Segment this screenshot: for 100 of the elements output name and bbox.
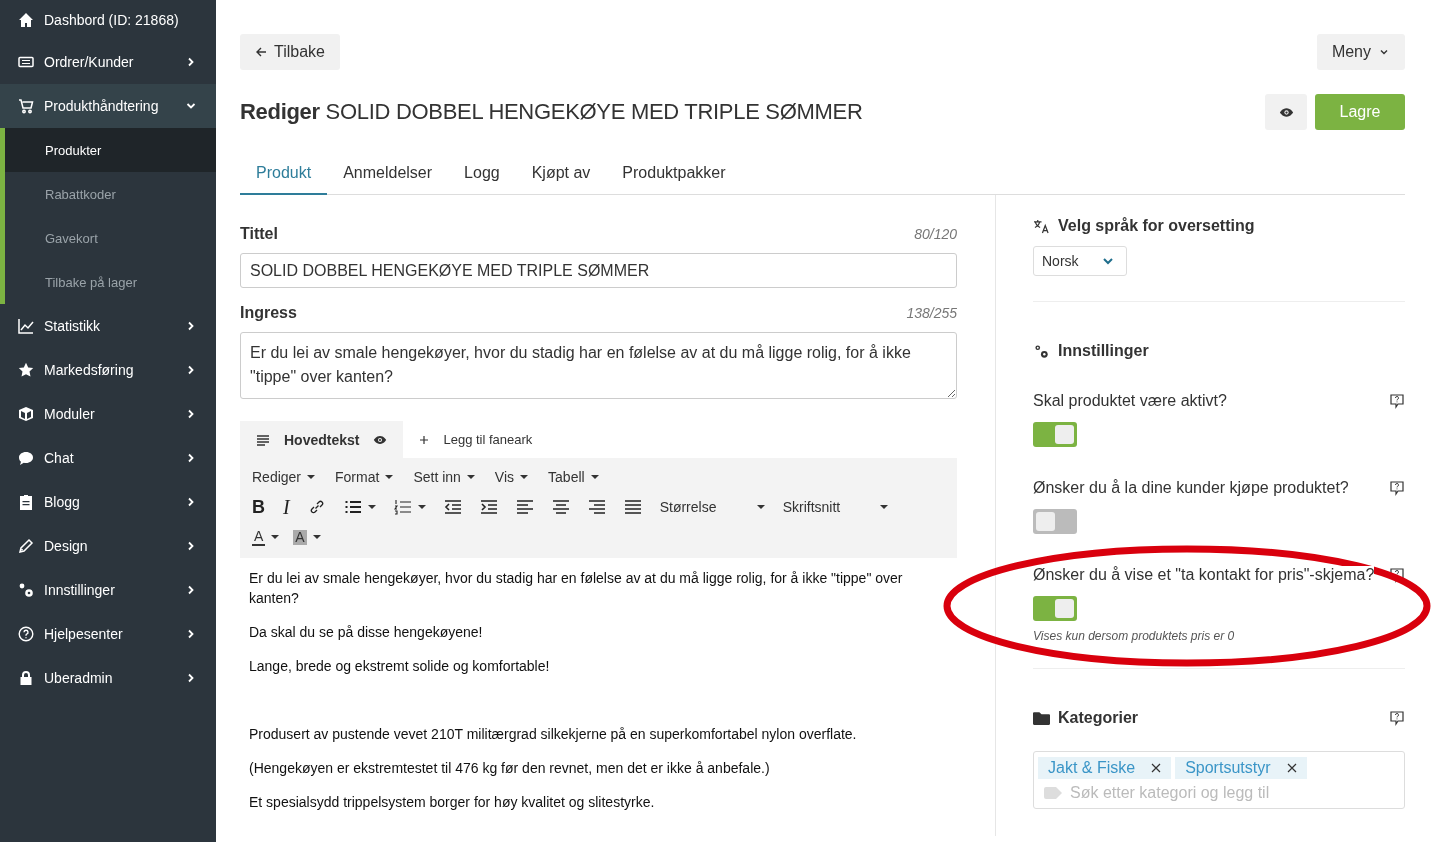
help-icon[interactable]	[1389, 480, 1405, 496]
cart-icon	[18, 98, 34, 114]
editor-paragraph: Produsert av pustende vevet 210T militærgrad silkekjerne på en superkomfortabel nylon overflate.	[249, 725, 858, 744]
sidebar-item[interactable]: Dashbord (ID: 21868)	[0, 0, 216, 40]
chevron-icon	[186, 497, 196, 507]
close-icon[interactable]	[1151, 763, 1162, 773]
sidebar-label: Moduler	[44, 406, 96, 422]
editor-paragraph: Er du lei av smale hengekøyer, hvor du stadig har en følelse av at du må ligge rolig, for å ikke "tippe" over kanten?	[249, 569, 904, 608]
sidebar-item[interactable]: Blogg	[0, 480, 216, 524]
tab[interactable]: Kjøpt av	[515, 156, 607, 194]
editor-select[interactable]: Skriftsnitt	[782, 499, 888, 515]
bold-button[interactable]: B	[252, 496, 265, 518]
editor-menu[interactable]: Rediger	[252, 469, 316, 485]
field-label: Ingress	[240, 304, 297, 322]
gears-icon	[1033, 343, 1050, 359]
field-label: Tittel	[240, 225, 278, 243]
ingress-textarea[interactable]: Er du lei av smale hengekøyer, hvor du stadig har en følelse av at du må ligge rolig, for å ikke "tippe" over kanten?	[240, 332, 957, 399]
italic-button[interactable]: I	[283, 495, 290, 519]
keyboard-icon	[18, 54, 34, 70]
section-heading: Velg språk for oversetting	[1033, 217, 1405, 235]
editor-menu[interactable]: Vis	[494, 469, 529, 485]
sidebar-item[interactable]: Uberadmin	[0, 656, 216, 700]
arrow-left-icon	[255, 46, 267, 58]
tab[interactable]: Logg	[448, 156, 516, 194]
chevron-icon	[186, 101, 196, 111]
editor-menu[interactable]: Sett inn	[413, 469, 475, 485]
sidebar-label: Blogg	[44, 494, 81, 510]
sidebar-subitem[interactable]: Tilbake på lager	[5, 260, 216, 304]
align-center-button[interactable]	[551, 499, 570, 515]
sidebar-label: Statistikk	[44, 318, 101, 334]
sidebar-subitem[interactable]: Rabattkoder	[5, 172, 216, 216]
sidebar-label: Innstillinger	[44, 582, 116, 598]
back-button[interactable]: Tilbake	[240, 34, 340, 70]
tab[interactable]: Produktpakker	[606, 156, 742, 194]
setting-question: Ønsker du å vise et "ta kontakt for pris"-skjema?	[1033, 566, 1375, 584]
sidebar-subitem[interactable]: Gavekort	[5, 216, 216, 260]
editor-paragraph: (Hengekøyen er ekstremtestet til 476 kg før den revnet, men det er ikke å anbefale.)	[249, 759, 771, 778]
sidebar-item[interactable]: Ordrer/Kunder	[0, 40, 216, 84]
outdent-button[interactable]	[443, 499, 462, 515]
sidebar-item[interactable]: Hjelpesenter	[0, 612, 216, 656]
editor-paragraph: Da skal du se på disse hengekøyene!	[249, 623, 484, 642]
gears-icon	[18, 582, 34, 598]
tag-icon	[1044, 787, 1062, 799]
chevron-icon	[186, 409, 196, 419]
numbers-button[interactable]	[393, 499, 426, 515]
lines-icon	[256, 432, 270, 447]
home-icon	[18, 12, 34, 28]
chevron-icon	[186, 541, 196, 551]
align-left-button[interactable]	[515, 499, 534, 515]
justify-button[interactable]	[623, 499, 642, 515]
translate-icon	[1033, 218, 1050, 234]
chart-icon	[18, 318, 34, 334]
chevron-icon	[186, 57, 196, 67]
indent-button[interactable]	[479, 499, 498, 515]
sidebar-item[interactable]: Moduler	[0, 392, 216, 436]
sidebar-label: Produkthåndtering	[44, 98, 160, 114]
sidebar-item[interactable]: Chat	[0, 436, 216, 480]
help-icon[interactable]	[1389, 710, 1405, 726]
sidebar-item[interactable]: Statistikk	[0, 304, 216, 348]
editor-paragraph: Lange, brede og ekstremt solide og komfortable!	[249, 657, 551, 676]
tab[interactable]: Produkt	[240, 156, 328, 195]
chevron-icon	[186, 673, 196, 683]
editor-select[interactable]: Størrelse	[659, 499, 765, 515]
align-right-button[interactable]	[587, 499, 606, 515]
toggle-switch[interactable]	[1033, 509, 1077, 534]
language-select[interactable]: Norsk	[1033, 246, 1127, 276]
title-input[interactable]: SOLID DOBBEL HENGEKØYE MED TRIPLE SØMMER	[240, 253, 957, 288]
add-tab-button[interactable]: Legg til faneark	[403, 421, 549, 458]
tab[interactable]: Anmeldelser	[327, 156, 449, 194]
setting-question: Skal produktet være aktivt?	[1033, 392, 1227, 410]
star-icon	[18, 362, 34, 378]
help-icon	[18, 626, 34, 642]
editor-menu[interactable]: Tabell	[548, 469, 599, 485]
toggle-switch[interactable]	[1033, 596, 1077, 621]
toggle-switch[interactable]	[1033, 422, 1077, 447]
sidebar-label: Markedsføring	[44, 362, 135, 378]
sidebar-label: Chat	[44, 450, 75, 466]
sidebar-item[interactable]: Design	[0, 524, 216, 568]
folder-icon	[1033, 710, 1050, 726]
bullets-button[interactable]	[343, 499, 376, 515]
chevron-icon	[186, 321, 196, 331]
clipboard-icon	[18, 494, 34, 510]
sidebar-item[interactable]: Innstillinger	[0, 568, 216, 612]
sidebar-subitem[interactable]: Produkter	[5, 128, 216, 172]
cube-icon	[18, 406, 34, 422]
sidebar-item[interactable]: Markedsføring	[0, 348, 216, 392]
close-icon[interactable]	[1286, 763, 1297, 773]
character-count: 80/120	[914, 226, 957, 242]
help-icon[interactable]	[1389, 567, 1405, 583]
preview-button[interactable]	[1265, 94, 1307, 130]
editor-tab[interactable]: Hovedtekst	[240, 421, 404, 458]
page-title: Rediger SOLID DOBBEL HENGEKØYE MED TRIPLE SØMMER	[240, 99, 863, 125]
editor-menu[interactable]: Format	[335, 469, 394, 485]
text-color-button[interactable]: A	[252, 528, 280, 546]
section-heading: Innstillinger	[1033, 342, 1405, 360]
menu-button[interactable]: Meny	[1316, 34, 1405, 70]
setting-question: Ønsker du å la dine kunder kjøpe produktet?	[1033, 479, 1349, 497]
sidebar-label: Ordrer/Kunder	[44, 54, 135, 70]
help-icon[interactable]	[1389, 393, 1405, 409]
sidebar-item[interactable]: Produkthåndtering	[0, 84, 216, 128]
